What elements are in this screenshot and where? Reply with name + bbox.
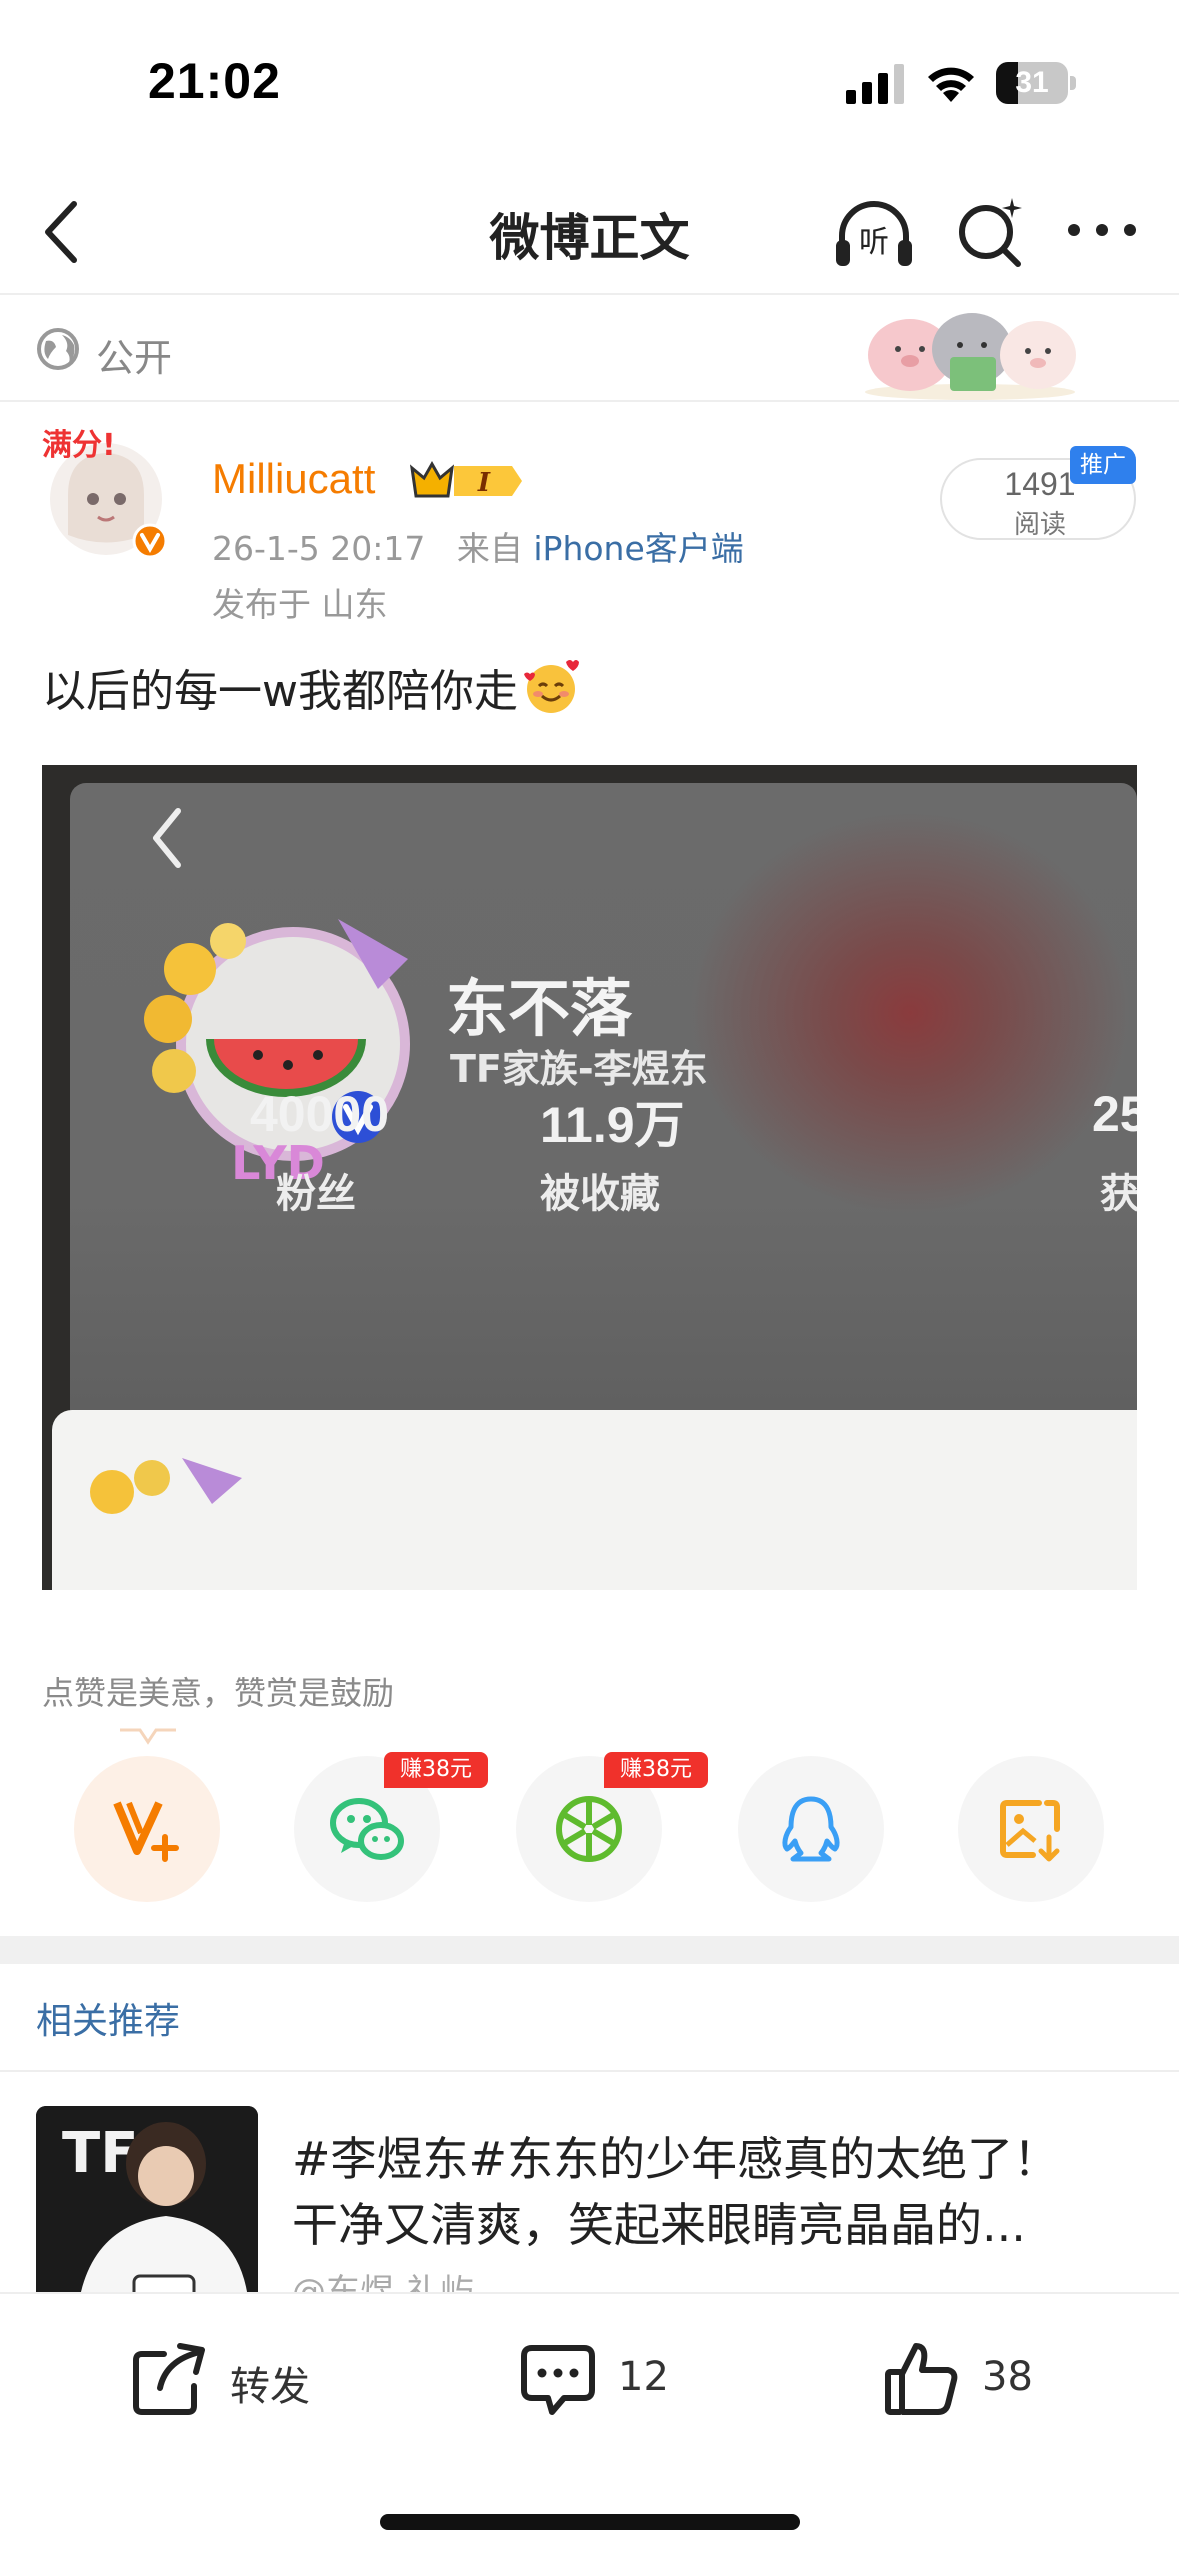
profile-name: 东不落 bbox=[446, 972, 633, 1045]
battery-percent: 31 bbox=[1015, 66, 1049, 99]
share-weibo-button[interactable] bbox=[74, 1756, 220, 1902]
stat-third-label: 获 bbox=[1100, 1171, 1137, 1217]
repost-button[interactable]: 转发 bbox=[130, 2334, 350, 2424]
weibo-pointer-decoration bbox=[120, 1728, 176, 1745]
post-image[interactable]: LYD 东不落 TF家族-李煜东 40000 粉丝 11.9万 被收藏 25 获 bbox=[42, 765, 1137, 1590]
save-image-button[interactable] bbox=[958, 1756, 1104, 1902]
post-source-prefix: 来自 bbox=[456, 529, 523, 568]
globe-icon bbox=[37, 328, 79, 370]
save-image-icon bbox=[1000, 1800, 1060, 1862]
related-title: 相关推荐 bbox=[36, 2001, 181, 2042]
vip-level: I bbox=[477, 468, 491, 498]
share-row: 赚38元 赚38元 bbox=[0, 1728, 1179, 1918]
stat-followers-label: 粉丝 bbox=[276, 1171, 356, 1217]
more-icon[interactable] bbox=[1062, 200, 1142, 260]
repost-label: 转发 bbox=[230, 2364, 310, 2410]
stat-favorites-label: 被收藏 bbox=[540, 1171, 660, 1217]
visibility-label: 公开 bbox=[96, 336, 173, 380]
cellular-signal-icon bbox=[846, 64, 904, 104]
profile-avatar-watermelon: LYD bbox=[144, 919, 410, 1190]
related-headline[interactable]: #李煜东#东东的少年感真的太绝了！ 干净又清爽，笑起来眼睛亮晶晶的... bbox=[292, 2126, 1142, 2258]
post-text-content: 以后的每一w我都陪你走 bbox=[42, 666, 518, 717]
avatar-tag-text: 满分! bbox=[42, 428, 116, 463]
nav-bar: 微博正文 听 bbox=[0, 170, 1179, 295]
like-count: 38 bbox=[982, 2354, 1033, 2400]
photo-screen: LYD 东不落 TF家族-李煜东 40000 粉丝 11.9万 被收藏 25 获 bbox=[70, 783, 1137, 1473]
post-date: 26-1-5 20:17 bbox=[212, 529, 426, 568]
author-name[interactable]: Milliucatt bbox=[212, 455, 375, 503]
comment-count: 12 bbox=[618, 2354, 669, 2400]
visibility-row: 公开 bbox=[0, 297, 1179, 402]
pig-mascots-decoration bbox=[865, 313, 1076, 400]
stat-third-value: 25 bbox=[1092, 1086, 1137, 1142]
author-avatar[interactable]: 满分! bbox=[38, 425, 168, 565]
related-line-2: 干净又清爽，笑起来眼睛亮晶晶的... bbox=[292, 2198, 1026, 2252]
listen-headphone-icon[interactable]: 听 bbox=[832, 194, 916, 272]
comment-bubble-icon bbox=[521, 2345, 595, 2415]
section-divider bbox=[0, 1936, 1179, 1964]
stat-favorites-value: 11.9万 bbox=[540, 1097, 685, 1153]
share-qq-button[interactable] bbox=[738, 1756, 884, 1902]
moments-shutter-icon bbox=[556, 1796, 622, 1862]
home-indicator[interactable] bbox=[380, 2514, 800, 2530]
post-source[interactable]: iPhone客户端 bbox=[533, 529, 743, 568]
post-text: 以后的每一w我都陪你走 bbox=[42, 655, 580, 719]
stat-followers-value: 40000 bbox=[250, 1086, 390, 1142]
photo-back-arrow-icon bbox=[153, 808, 181, 868]
battery-icon: 31 bbox=[996, 62, 1076, 104]
svg-text:TF: TF bbox=[62, 2121, 138, 2186]
status-time: 21:02 bbox=[148, 53, 281, 109]
post-location: 发布于 山东 bbox=[212, 585, 388, 624]
search-icon[interactable] bbox=[952, 192, 1028, 272]
smiling-hearts-emoji-icon bbox=[524, 660, 579, 713]
listen-label: 听 bbox=[859, 225, 889, 260]
vip-crown-badge-icon: I bbox=[409, 460, 522, 498]
post-meta: 26-1-5 20:17 来自 iPhone客户端 bbox=[212, 522, 744, 570]
status-bar: 21:02 31 bbox=[0, 0, 1179, 170]
moments-earn-badge: 赚38元 bbox=[604, 1752, 708, 1788]
related-divider bbox=[0, 2070, 1179, 2072]
wechat-earn-badge: 赚38元 bbox=[384, 1752, 488, 1788]
related-line-1: #李煜东#东东的少年感真的太绝了！ bbox=[292, 2132, 1060, 2186]
weibo-v-plus-icon bbox=[113, 1801, 179, 1862]
read-label: 阅读 bbox=[1013, 510, 1066, 540]
like-button[interactable]: 38 bbox=[882, 2334, 1082, 2424]
wifi-icon bbox=[928, 67, 974, 102]
promo-tag: 推广 bbox=[1070, 446, 1136, 484]
thumbs-up-icon bbox=[885, 2343, 958, 2415]
comment-button[interactable]: 12 bbox=[518, 2334, 718, 2424]
qq-penguin-icon bbox=[782, 1796, 840, 1862]
photo-card-avatar-icon bbox=[90, 1458, 242, 1514]
wechat-icon bbox=[330, 1798, 404, 1860]
bottom-toolbar: 转发 12 38 bbox=[0, 2292, 1179, 2556]
encourage-text: 点赞是美意，赞赏是鼓励 bbox=[42, 1674, 395, 1712]
repost-icon bbox=[133, 2343, 205, 2415]
photo-bottom-card bbox=[52, 1410, 1137, 1590]
